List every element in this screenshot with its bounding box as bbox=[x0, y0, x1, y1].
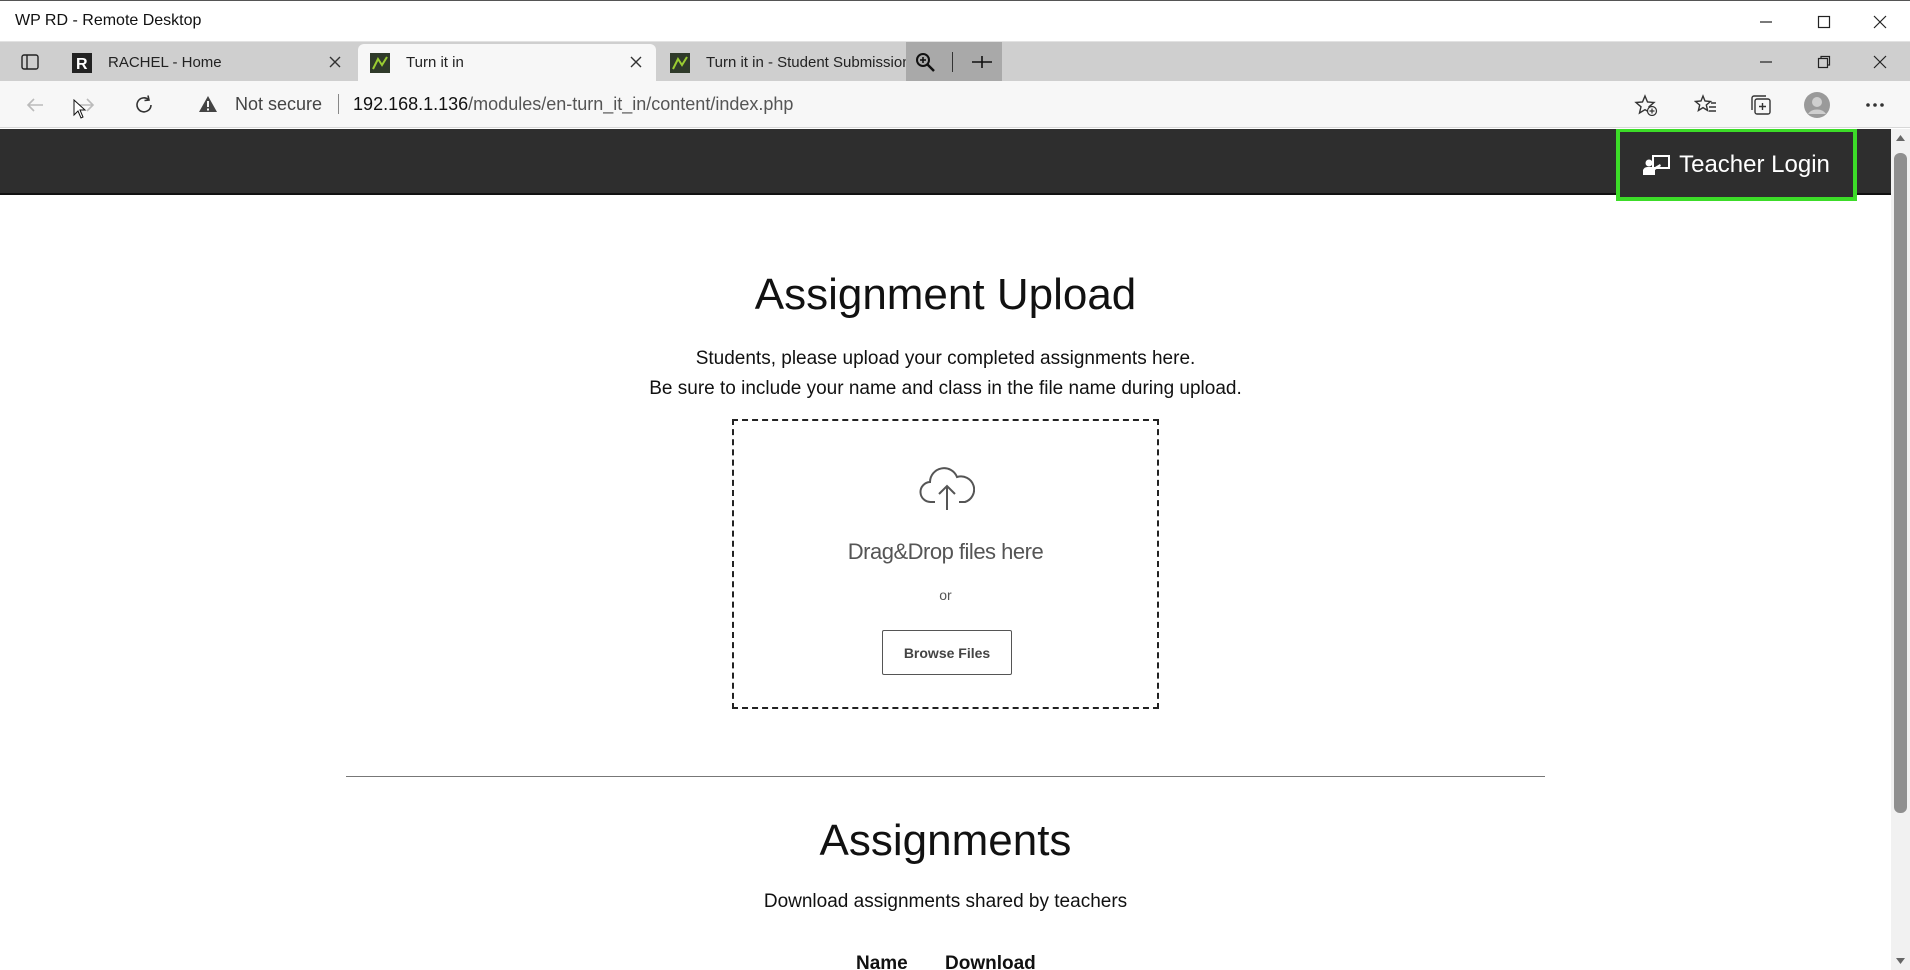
column-header-name[interactable]: Name bbox=[856, 953, 908, 970]
security-status[interactable]: Not secure bbox=[235, 94, 322, 115]
turn-it-in-icon bbox=[670, 52, 690, 73]
tab-rachel-home[interactable]: R RACHEL - Home bbox=[60, 44, 355, 81]
tab-actions-icon bbox=[21, 54, 39, 70]
window-title: WP RD - Remote Desktop bbox=[15, 12, 202, 29]
browser-toolbar: Not secure 192.168.1.136/modules/en-turn… bbox=[0, 81, 1910, 128]
tab-turn-it-in[interactable]: Turn it in bbox=[358, 44, 656, 81]
back-arrow-icon bbox=[26, 98, 43, 112]
file-dropzone[interactable]: Drag&Drop files here or Browse Files bbox=[732, 419, 1159, 709]
page-scrollbar[interactable] bbox=[1891, 129, 1910, 970]
close-icon bbox=[1873, 15, 1887, 29]
web-page: Teacher Login Assignment Upload Students… bbox=[0, 129, 1891, 970]
tab-label: Turn it in bbox=[406, 54, 464, 71]
close-icon bbox=[1873, 55, 1887, 68]
refresh-button[interactable] bbox=[126, 87, 162, 123]
scrollbar-thumb[interactable] bbox=[1894, 153, 1907, 813]
upload-instructions-note: Be sure to include your name and class i… bbox=[649, 378, 1242, 399]
turn-it-in-icon bbox=[370, 52, 390, 73]
tab-actions-button[interactable] bbox=[18, 50, 42, 74]
settings-menu-button[interactable] bbox=[1857, 87, 1893, 123]
url-path: /modules/en-turn_it_in/content/index.php bbox=[468, 93, 794, 114]
more-icon bbox=[1866, 103, 1884, 107]
restore-icon bbox=[1817, 55, 1831, 68]
teacher-login-button[interactable]: Teacher Login bbox=[1616, 129, 1857, 201]
dropzone-or: or bbox=[939, 587, 952, 603]
tab-student-submissions[interactable]: Turn it in - Student Submissions bbox=[658, 44, 908, 81]
mouse-cursor-icon bbox=[73, 99, 87, 119]
browser-tab-strip: R RACHEL - Home Turn it in Turn it in - … bbox=[0, 42, 1910, 81]
zoom-icon[interactable] bbox=[914, 51, 936, 73]
rd-minimize-button[interactable] bbox=[1738, 1, 1794, 43]
collections-icon bbox=[1751, 95, 1771, 115]
star-add-icon bbox=[1634, 94, 1658, 116]
scroll-down-icon[interactable] bbox=[1896, 958, 1905, 964]
back-button[interactable] bbox=[17, 87, 53, 123]
pin-icon[interactable] bbox=[970, 54, 994, 70]
tab-label: RACHEL - Home bbox=[108, 54, 222, 71]
warning-icon bbox=[199, 96, 217, 112]
collections-button[interactable] bbox=[1743, 87, 1779, 123]
address-bar[interactable]: Not secure 192.168.1.136/modules/en-turn… bbox=[180, 85, 1670, 123]
add-favorite-button[interactable] bbox=[1628, 87, 1664, 123]
scroll-up-icon[interactable] bbox=[1896, 135, 1905, 141]
browser-restore-button[interactable] bbox=[1796, 42, 1852, 81]
teacher-login-label: Teacher Login bbox=[1679, 150, 1830, 178]
rd-close-button[interactable] bbox=[1852, 1, 1908, 43]
profile-button[interactable] bbox=[1799, 87, 1835, 123]
maximize-icon bbox=[1817, 15, 1831, 29]
section-divider bbox=[346, 776, 1545, 777]
upload-title: Assignment Upload bbox=[754, 270, 1137, 319]
dropzone-label: Drag&Drop files here bbox=[847, 539, 1044, 564]
tab-label: Turn it in - Student Submissions bbox=[706, 54, 908, 71]
assignments-subtitle: Download assignments shared by teachers bbox=[763, 891, 1128, 912]
site-header: Teacher Login bbox=[0, 129, 1891, 201]
teacher-icon bbox=[1643, 154, 1671, 175]
cloud-upload-icon bbox=[919, 467, 975, 510]
url-host: 192.168.1.136 bbox=[353, 93, 469, 114]
rd-maximize-button[interactable] bbox=[1796, 1, 1852, 43]
favorites-button[interactable] bbox=[1688, 87, 1724, 123]
browser-close-button[interactable] bbox=[1852, 42, 1908, 81]
upload-instructions: Students, please upload your completed a… bbox=[695, 348, 1196, 369]
column-header-download[interactable]: Download bbox=[945, 953, 1036, 970]
close-tab-icon[interactable] bbox=[628, 54, 644, 70]
minimize-icon bbox=[1760, 60, 1772, 63]
favorites-icon bbox=[1694, 94, 1716, 113]
browser-minimize-button[interactable] bbox=[1738, 42, 1794, 81]
rachel-logo-icon: R bbox=[72, 52, 92, 73]
svg-text:R: R bbox=[76, 56, 88, 73]
close-tab-icon[interactable] bbox=[327, 54, 343, 70]
avatar-icon bbox=[1804, 92, 1830, 118]
refresh-icon bbox=[136, 95, 152, 113]
assignments-title: Assignments bbox=[819, 816, 1072, 865]
rd-overlay-controls bbox=[906, 42, 1002, 81]
browse-files-button[interactable]: Browse Files bbox=[882, 630, 1012, 675]
remote-desktop-titlebar: WP RD - Remote Desktop bbox=[0, 0, 1910, 42]
minimize-icon bbox=[1760, 21, 1772, 23]
